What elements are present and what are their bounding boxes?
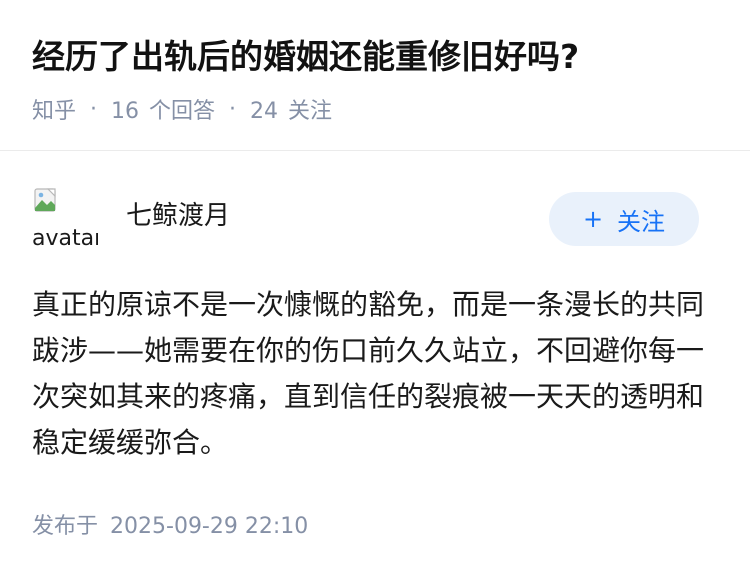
follower-count-link[interactable]: 24 关注: [250, 93, 332, 125]
publish-info: 发布于 2025-09-29 22:10: [32, 510, 308, 544]
meta-separator: ·: [90, 96, 98, 122]
question-header: 经历了出轨后的婚姻还能重修旧好吗? 知乎 · 16 个回答 · 24 关注: [0, 0, 750, 151]
meta-separator: ·: [229, 96, 237, 122]
question-meta: 知乎 · 16 个回答 · 24 关注: [32, 90, 332, 128]
question-title[interactable]: 经历了出轨后的婚姻还能重修旧好吗?: [32, 32, 579, 82]
follower-count-label: 关注: [288, 99, 333, 124]
publish-label: 发布于: [32, 514, 99, 539]
answer-count-link[interactable]: 16 个回答: [111, 93, 215, 125]
answer-author: avatar 七鲸渡月 + 关注: [32, 186, 718, 256]
plus-icon: +: [582, 205, 604, 233]
avatar[interactable]: avatar: [32, 186, 98, 252]
source-label[interactable]: 知乎: [32, 93, 76, 125]
avatar-alt-text: avatar: [32, 226, 98, 251]
answer-count: 16: [111, 99, 140, 124]
follow-button[interactable]: + 关注: [549, 192, 699, 246]
author-name[interactable]: 七鲸渡月: [126, 198, 230, 234]
follow-button-label: 关注: [617, 207, 666, 236]
follower-count: 24: [250, 99, 279, 124]
broken-image-icon: [34, 188, 56, 212]
publish-time: 2025-09-29 22:10: [110, 514, 309, 539]
answer-count-label: 个回答: [149, 99, 216, 124]
answer-content: 真正的原谅不是一次慷慨的豁免，而是一条漫长的共同跋涉——她需要在你的伤口前久久站…: [32, 288, 705, 459]
